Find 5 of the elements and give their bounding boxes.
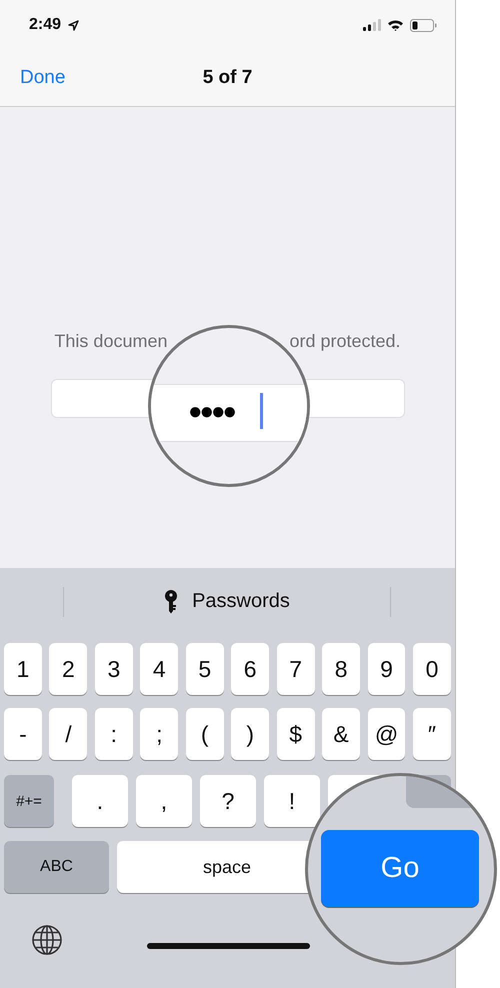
password-dots: ●●●● <box>188 398 234 426</box>
prompt-text: This documen <box>54 331 168 352</box>
prompt-text: ord protected. <box>289 331 401 352</box>
status-time: 2:49 <box>29 16 62 34</box>
page-counter: 5 of 7 <box>202 67 252 89</box>
